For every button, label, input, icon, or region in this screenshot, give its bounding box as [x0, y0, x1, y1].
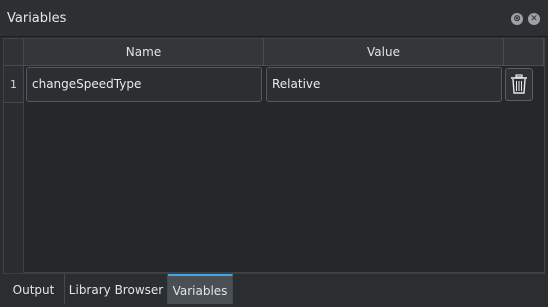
bottom-tab-bar: Output Library Browser Variables — [3, 273, 545, 304]
trash-icon — [511, 74, 527, 94]
column-header-value[interactable]: Value — [264, 39, 504, 66]
tab-library-browser[interactable]: Library Browser — [65, 274, 168, 304]
column-header-actions — [504, 39, 544, 66]
variable-value-field[interactable]: Relative — [266, 67, 502, 102]
tab-variables[interactable]: Variables — [168, 274, 233, 304]
variables-table: Name Value 1 changeSpeedType Relative — [3, 38, 545, 273]
table-corner — [4, 39, 24, 66]
variable-name-field[interactable]: changeSpeedType — [26, 67, 262, 102]
column-header-name[interactable]: Name — [24, 39, 264, 66]
tab-output[interactable]: Output — [3, 274, 65, 304]
panel-title: Variables — [7, 11, 67, 26]
float-icon[interactable]: ⊗ — [511, 13, 523, 25]
close-icon[interactable]: ✕ — [528, 13, 540, 25]
row-gutter — [4, 103, 24, 273]
row-number: 1 — [4, 66, 24, 103]
panel-title-bar: Variables ⊗ ✕ — [0, 0, 548, 37]
delete-variable-button[interactable] — [505, 68, 533, 101]
